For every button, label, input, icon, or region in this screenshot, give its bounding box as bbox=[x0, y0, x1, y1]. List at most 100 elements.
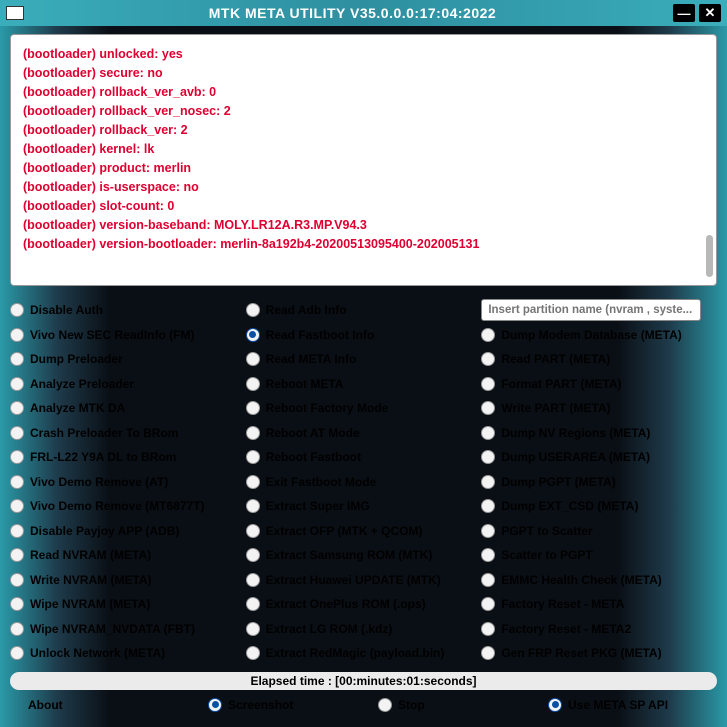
option-c1-0[interactable]: Disable Auth bbox=[10, 298, 246, 323]
radio-icon bbox=[10, 573, 24, 587]
radio-icon bbox=[378, 698, 392, 712]
option-label: Extract RedMagic (payload.bin) bbox=[266, 646, 445, 660]
option-label: Crash Preloader To BRom bbox=[30, 426, 178, 440]
option-c1-3[interactable]: Analyze Preloader bbox=[10, 372, 246, 397]
option-label: Read NVRAM (META) bbox=[30, 548, 151, 562]
radio-icon bbox=[481, 377, 495, 391]
log-line: (bootloader) is-userspace: no bbox=[23, 178, 704, 197]
option-c2-2[interactable]: Read META Info bbox=[246, 347, 482, 372]
option-c2-13[interactable]: Extract LG ROM (.kdz) bbox=[246, 617, 482, 642]
option-label: Disable Auth bbox=[30, 303, 103, 317]
option-label: Write PART (META) bbox=[501, 401, 610, 415]
option-c1-12[interactable]: Wipe NVRAM (META) bbox=[10, 592, 246, 617]
log-line: (bootloader) kernel: lk bbox=[23, 140, 704, 159]
radio-icon bbox=[246, 597, 260, 611]
use-meta-radio[interactable]: Use META SP API bbox=[548, 698, 668, 712]
stop-radio[interactable]: Stop bbox=[378, 698, 548, 712]
radio-icon bbox=[246, 450, 260, 464]
bottom-row: About Screenshot Stop Use META SP API bbox=[10, 690, 717, 720]
screenshot-radio[interactable]: Screenshot bbox=[208, 698, 378, 712]
app-title: MTK META UTILITY V35.0.0.0:17:04:2022 bbox=[32, 5, 673, 21]
radio-icon bbox=[246, 622, 260, 636]
option-c1-9[interactable]: Disable Payjoy APP (ADB) bbox=[10, 519, 246, 544]
option-label: Reboot Fastboot bbox=[266, 450, 361, 464]
log-line: (bootloader) rollback_ver: 2 bbox=[23, 121, 704, 140]
log-panel[interactable]: (bootloader) unlocked: yes(bootloader) s… bbox=[10, 34, 717, 286]
option-label: Dump EXT_CSD (META) bbox=[501, 499, 638, 513]
option-c1-7[interactable]: Vivo Demo Remove (AT) bbox=[10, 470, 246, 495]
option-c2-12[interactable]: Extract OnePlus ROM (.ops) bbox=[246, 592, 482, 617]
option-c3-9[interactable]: PGPT to Scatter bbox=[481, 519, 717, 544]
radio-icon bbox=[481, 499, 495, 513]
option-c1-8[interactable]: Vivo Demo Remove (MT6877T) bbox=[10, 494, 246, 519]
option-c2-9[interactable]: Extract OFP (MTK + QCOM) bbox=[246, 519, 482, 544]
radio-icon bbox=[481, 328, 495, 342]
close-button[interactable]: ✕ bbox=[699, 4, 721, 22]
option-c3-12[interactable]: Factory Reset - META bbox=[481, 592, 717, 617]
option-c3-7[interactable]: Dump PGPT (META) bbox=[481, 470, 717, 495]
option-label: Wipe NVRAM (META) bbox=[30, 597, 150, 611]
radio-icon bbox=[246, 377, 260, 391]
option-c3-13[interactable]: Factory Reset - META2 bbox=[481, 617, 717, 642]
option-c2-0[interactable]: Read Adb Info bbox=[246, 298, 482, 323]
option-c3-11[interactable]: EMMC Health Check (META) bbox=[481, 568, 717, 593]
option-c3-14[interactable]: Gen FRP Reset PKG (META) bbox=[481, 641, 717, 666]
option-c3-1[interactable]: Dump Modem Database (META) bbox=[481, 323, 717, 348]
log-line: (bootloader) secure: no bbox=[23, 64, 704, 83]
option-c2-11[interactable]: Extract Huawei UPDATE (MTK) bbox=[246, 568, 482, 593]
radio-icon bbox=[481, 401, 495, 415]
radio-icon bbox=[246, 524, 260, 538]
option-label: Unlock Network (META) bbox=[30, 646, 165, 660]
option-c1-14[interactable]: Unlock Network (META) bbox=[10, 641, 246, 666]
option-c2-7[interactable]: Exit Fastboot Mode bbox=[246, 470, 482, 495]
option-c3-6[interactable]: Dump USERAREA (META) bbox=[481, 445, 717, 470]
option-c1-13[interactable]: Wipe NVRAM_NVDATA (FBT) bbox=[10, 617, 246, 642]
option-c2-1[interactable]: Read Fastboot Info bbox=[246, 323, 482, 348]
radio-icon bbox=[246, 426, 260, 440]
partition-name-input[interactable] bbox=[481, 299, 701, 321]
radio-icon bbox=[10, 328, 24, 342]
option-c3-4[interactable]: Write PART (META) bbox=[481, 396, 717, 421]
radio-icon bbox=[246, 573, 260, 587]
option-c2-5[interactable]: Reboot AT Mode bbox=[246, 421, 482, 446]
option-c2-6[interactable]: Reboot Fastboot bbox=[246, 445, 482, 470]
option-label: Extract OFP (MTK + QCOM) bbox=[266, 524, 423, 538]
radio-icon bbox=[481, 475, 495, 489]
option-c3-2[interactable]: Read PART (META) bbox=[481, 347, 717, 372]
option-label: Dump PGPT (META) bbox=[501, 475, 615, 489]
option-c2-10[interactable]: Extract Samsung ROM (MTK) bbox=[246, 543, 482, 568]
radio-icon bbox=[246, 646, 260, 660]
option-c3-10[interactable]: Scatter to PGPT bbox=[481, 543, 717, 568]
option-label: Wipe NVRAM_NVDATA (FBT) bbox=[30, 622, 195, 636]
option-c3-3[interactable]: Format PART (META) bbox=[481, 372, 717, 397]
option-c1-4[interactable]: Analyze MTK DA bbox=[10, 396, 246, 421]
radio-icon bbox=[481, 597, 495, 611]
option-c2-4[interactable]: Reboot Factory Mode bbox=[246, 396, 482, 421]
option-c1-11[interactable]: Write NVRAM (META) bbox=[10, 568, 246, 593]
option-c1-5[interactable]: Crash Preloader To BRom bbox=[10, 421, 246, 446]
about-button[interactable]: About bbox=[28, 698, 208, 712]
minimize-button[interactable]: — bbox=[673, 4, 695, 22]
option-label: Reboot Factory Mode bbox=[266, 401, 389, 415]
option-label: Gen FRP Reset PKG (META) bbox=[501, 646, 661, 660]
option-c1-10[interactable]: Read NVRAM (META) bbox=[10, 543, 246, 568]
option-label: Dump Preloader bbox=[30, 352, 123, 366]
option-c1-1[interactable]: Vivo New SEC ReadInfo (FM) bbox=[10, 323, 246, 348]
option-label: Write NVRAM (META) bbox=[30, 573, 152, 587]
option-c3-8[interactable]: Dump EXT_CSD (META) bbox=[481, 494, 717, 519]
option-c1-2[interactable]: Dump Preloader bbox=[10, 347, 246, 372]
option-c2-3[interactable]: Reboot META bbox=[246, 372, 482, 397]
radio-icon bbox=[246, 499, 260, 513]
scrollbar-thumb[interactable] bbox=[706, 235, 713, 277]
radio-icon bbox=[246, 328, 260, 342]
option-c2-8[interactable]: Extract Super IMG bbox=[246, 494, 482, 519]
option-c3-5[interactable]: Dump NV Regions (META) bbox=[481, 421, 717, 446]
radio-icon bbox=[246, 303, 260, 317]
option-c1-6[interactable]: FRL-L22 Y9A DL to BRom bbox=[10, 445, 246, 470]
log-line: (bootloader) version-bootloader: merlin-… bbox=[23, 235, 704, 254]
radio-icon bbox=[10, 622, 24, 636]
radio-icon bbox=[481, 524, 495, 538]
option-c2-14[interactable]: Extract RedMagic (payload.bin) bbox=[246, 641, 482, 666]
option-label: Read META Info bbox=[266, 352, 357, 366]
screenshot-label: Screenshot bbox=[228, 698, 293, 712]
